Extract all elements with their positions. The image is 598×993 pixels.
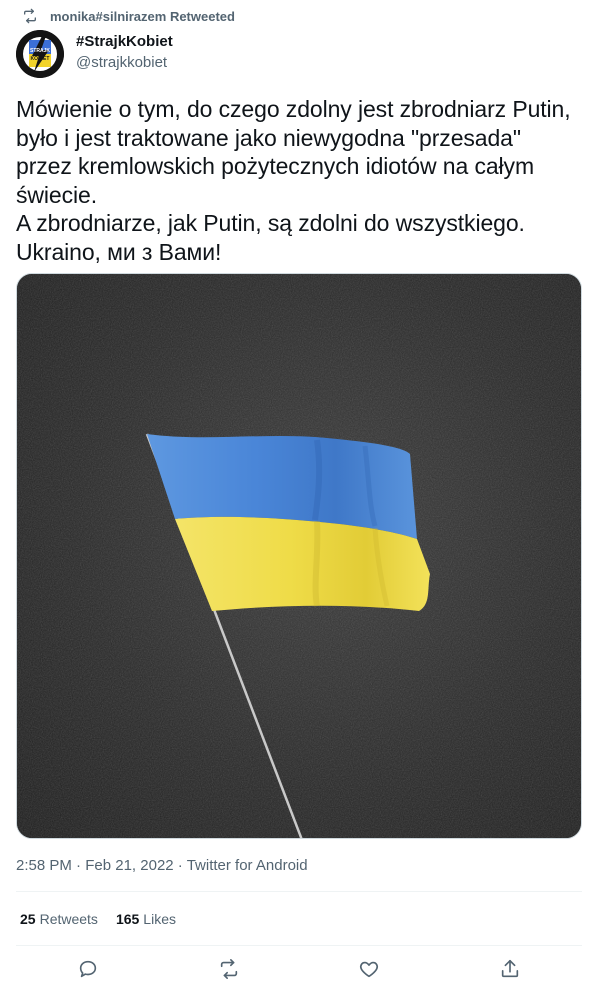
tweet-timestamp[interactable]: 2:58 PM · Feb 21, 2022 · Twitter for And… (16, 857, 308, 874)
retweet-icon (220, 959, 238, 979)
divider (16, 945, 582, 946)
share-button[interactable] (499, 958, 521, 980)
author-handle[interactable]: @strajkkobiet (76, 54, 167, 71)
meta-separator: · (177, 857, 183, 874)
likes-stat[interactable]: 165 Likes (116, 911, 176, 927)
retweets-stat[interactable]: 25 Retweets (20, 911, 98, 927)
retweets-count: 25 (20, 911, 36, 927)
svg-text:KOBIET: KOBIET (31, 56, 50, 62)
retweet-icon (24, 8, 36, 24)
heart-icon (359, 961, 379, 978)
likes-label: Likes (143, 911, 176, 927)
strajk-kobiet-logo-icon: STRAJK KOBIET (16, 30, 64, 78)
share-icon (501, 959, 519, 978)
author-display-name[interactable]: #StrajkKobiet (76, 33, 173, 50)
retweet-button[interactable] (218, 958, 240, 980)
retweets-label: Retweets (39, 911, 98, 927)
tweet-date[interactable]: Feb 21, 2022 (85, 857, 173, 874)
svg-text:STRAJK: STRAJK (30, 48, 50, 54)
avatar[interactable]: STRAJK KOBIET (16, 30, 64, 78)
tweet-time[interactable]: 2:58 PM (16, 857, 72, 874)
likes-count: 165 (115, 911, 140, 927)
tweet-source[interactable]: Twitter for Android (187, 857, 308, 874)
divider (16, 891, 582, 892)
meta-separator: · (76, 857, 82, 874)
reply-button[interactable] (77, 958, 99, 980)
like-button[interactable] (358, 958, 380, 980)
retweet-context[interactable]: monika#silnirazem Retweeted (22, 8, 235, 24)
tweet-actions-bar (0, 958, 598, 982)
reply-icon (79, 960, 97, 978)
tweet-stats: 25 Retweets 165 Likes (20, 911, 194, 927)
tweet-text: Mówienie o tym, do czego zdolny jest zbr… (16, 96, 571, 265)
tweet-media-image[interactable] (16, 273, 582, 839)
retweet-context-label: monika#silnirazem Retweeted (50, 8, 235, 24)
ukrainian-flag-photo (17, 274, 581, 838)
